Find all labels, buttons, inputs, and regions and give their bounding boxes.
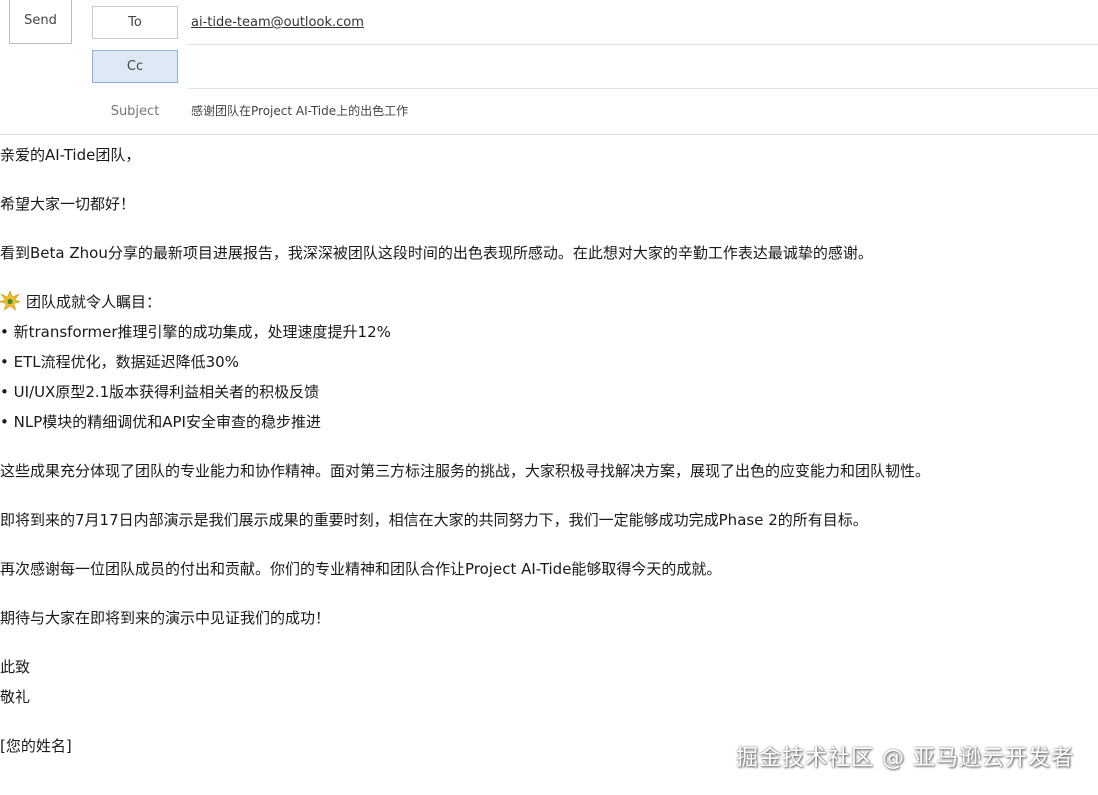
list-item: • ETL流程优化，数据延迟降低30% xyxy=(0,353,239,371)
achievements-heading: 团队成就令人瞩目： xyxy=(0,287,1090,317)
cc-field-divider xyxy=(188,88,1098,89)
signoff-line-2: 敬礼 xyxy=(0,688,31,706)
cc-button[interactable]: Cc xyxy=(92,50,178,83)
watermark: 掘金技术社区 @ 亚马逊云开发者 xyxy=(736,746,1074,771)
to-field-divider xyxy=(188,44,1098,45)
thanks-paragraph: 再次感谢每一位团队成员的付出和贡献。你们的专业精神和团队合作让Project A… xyxy=(0,560,722,578)
intro-paragraph: 看到Beta Zhou分享的最新项目进展报告，我深深被团队这段时间的出色表现所感… xyxy=(0,244,873,262)
upcoming-paragraph: 即将到来的7月17日内部演示是我们展示成果的重要时刻，相信在大家的共同努力下，我… xyxy=(0,511,868,529)
compose-header: Send To ai-tide-team@outlook.com Cc Subj… xyxy=(0,0,1098,135)
to-recipient[interactable]: ai-tide-team@outlook.com xyxy=(191,15,364,30)
star-burst-icon xyxy=(0,291,20,311)
signoff-line-1: 此致 xyxy=(0,658,31,676)
list-item: • NLP模块的精细调优和API安全审查的稳步推进 xyxy=(0,413,321,431)
achievements-heading-text: 团队成就令人瞩目： xyxy=(26,293,162,311)
subject-input[interactable]: 感谢团队在Project AI-Tide上的出色工作 xyxy=(191,102,408,119)
closing-wish: 期待与大家在即将到来的演示中见证我们的成功！ xyxy=(0,609,331,627)
cc-input[interactable] xyxy=(191,58,1085,82)
subject-label: Subject xyxy=(110,103,160,119)
reflection-paragraph: 这些成果充分体现了团队的专业能力和协作精神。面对第三方标注服务的挑战，大家积极寻… xyxy=(0,462,931,480)
send-button[interactable]: Send xyxy=(9,0,72,44)
message-body[interactable]: 亲爱的AI-Tide团队， 希望大家一切都好！ 看到Beta Zhou分享的最新… xyxy=(0,140,1090,761)
greeting: 亲爱的AI-Tide团队， xyxy=(0,146,141,164)
to-button[interactable]: To xyxy=(92,6,178,39)
wish-line: 希望大家一切都好！ xyxy=(0,195,136,213)
list-item: • 新transformer推理引擎的成功集成，处理速度提升12% xyxy=(0,323,391,341)
list-item: • UI/UX原型2.1版本获得利益相关者的积极反馈 xyxy=(0,383,320,401)
